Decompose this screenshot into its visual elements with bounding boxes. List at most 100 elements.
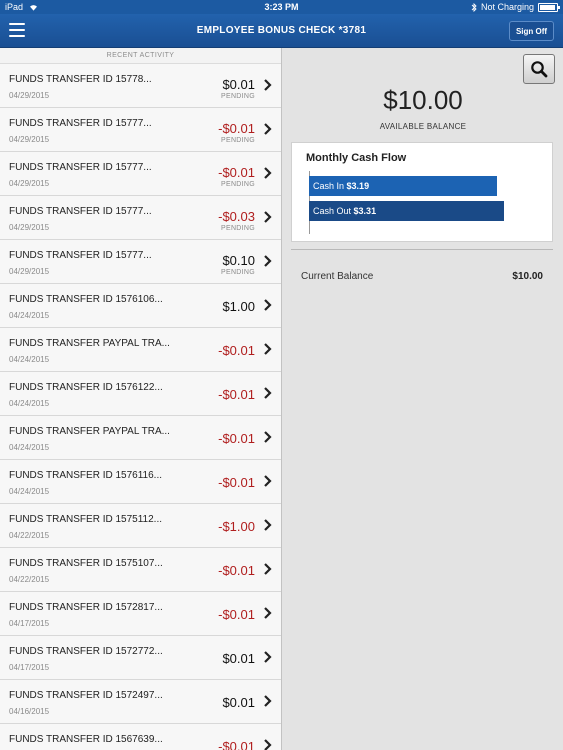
charging-status: Not Charging xyxy=(480,2,534,12)
transaction-amount: -$0.01 xyxy=(218,165,255,180)
transaction-name: FUNDS TRANSFER ID 15777... xyxy=(9,118,152,129)
status-bar: iPad 3:23 PM Not Charging xyxy=(0,0,563,14)
transaction-row[interactable]: FUNDS TRANSFER ID 15777... 04/29/2015 -$0.… xyxy=(0,152,281,196)
current-balance-label: Current Balance xyxy=(301,271,374,282)
transaction-name: FUNDS TRANSFER ID 15777... xyxy=(9,250,152,261)
chevron-right-icon xyxy=(264,299,272,311)
transaction-row[interactable]: FUNDS TRANSFER ID 1576116... 04/24/2015 -$… xyxy=(0,460,281,504)
status-bar-right: Not Charging xyxy=(471,2,560,12)
cash-in-bar: Cash In $3.19 xyxy=(309,176,497,196)
transaction-row[interactable]: FUNDS TRANSFER ID 1576106... 04/24/2015 $1… xyxy=(0,284,281,328)
transaction-name: FUNDS TRANSFER ID 1576116... xyxy=(9,470,163,481)
transaction-name: FUNDS TRANSFER ID 1576106... xyxy=(9,294,163,305)
available-balance-amount: $10.00 xyxy=(383,85,463,115)
account-summary-pane: $10.00 AVAILABLE BALANCE Monthly Cash Fl… xyxy=(283,48,563,750)
cash-out-bar: Cash Out $3.31 xyxy=(309,201,504,221)
transaction-name: FUNDS TRANSFER ID 1572772... xyxy=(9,646,163,657)
transaction-amount: -$0.01 xyxy=(218,121,255,136)
chevron-right-icon xyxy=(264,387,272,399)
transaction-name: FUNDS TRANSFER ID 1567639... xyxy=(9,734,163,745)
bluetooth-icon xyxy=(471,2,477,12)
transaction-name: FUNDS TRANSFER PAYPAL TRA... xyxy=(9,426,170,437)
transaction-date: 04/24/2015 xyxy=(9,311,50,320)
transaction-amount: $0.01 xyxy=(222,695,255,710)
transaction-amount: -$0.01 xyxy=(218,563,255,578)
chevron-right-icon xyxy=(264,255,272,267)
transaction-amount: $1.00 xyxy=(222,299,255,314)
transaction-row[interactable]: FUNDS TRANSFER PAYPAL TRA... 04/24/2015 -$… xyxy=(0,328,281,372)
transaction-row[interactable]: FUNDS TRANSFER ID 15777... 04/29/2015 $0.1… xyxy=(0,240,281,284)
transaction-name: FUNDS TRANSFER ID 1575107... xyxy=(9,558,163,569)
transaction-row[interactable]: FUNDS TRANSFER ID 1576122... 04/24/2015 -$… xyxy=(0,372,281,416)
cash-out-label: Cash Out xyxy=(313,206,352,216)
cash-in-label: Cash In xyxy=(313,181,345,191)
sign-off-button[interactable]: Sign Off xyxy=(509,21,554,41)
chevron-right-icon xyxy=(264,739,272,750)
transaction-row[interactable]: FUNDS TRANSFER ID 15778... 04/29/2015 $0.0… xyxy=(0,64,281,108)
search-icon xyxy=(531,61,548,78)
cash-in-value: $3.19 xyxy=(346,181,370,191)
chevron-right-icon xyxy=(264,563,272,575)
transaction-date: 04/29/2015 xyxy=(9,135,50,144)
recent-activity-header: RECENT ACTIVITY xyxy=(0,48,281,64)
transaction-row[interactable]: FUNDS TRANSFER ID 1567639... -$0.01 xyxy=(0,724,281,750)
transaction-date: 04/17/2015 xyxy=(9,663,50,672)
available-balance-label: AVAILABLE BALANCE xyxy=(379,122,467,131)
transaction-row[interactable]: FUNDS TRANSFER ID 1575112... 04/22/2015 -$… xyxy=(0,504,281,548)
transaction-date: 04/24/2015 xyxy=(9,443,50,452)
transaction-row[interactable]: FUNDS TRANSFER ID 1572772... 04/17/2015 $0… xyxy=(0,636,281,680)
cash-out-value: $3.31 xyxy=(353,206,377,216)
transaction-row[interactable]: FUNDS TRANSFER PAYPAL TRA... 04/24/2015 -$… xyxy=(0,416,281,460)
transaction-row[interactable]: FUNDS TRANSFER ID 1575107... 04/22/2015 -$… xyxy=(0,548,281,592)
monthly-cash-flow-card: Monthly Cash Flow Cash In $3.19 Cash Out… xyxy=(291,142,553,242)
transaction-amount: -$0.01 xyxy=(218,607,255,622)
chevron-right-icon xyxy=(264,695,272,707)
battery-icon xyxy=(538,2,560,12)
chevron-right-icon xyxy=(264,79,272,91)
transaction-status: PENDING xyxy=(221,93,255,100)
divider xyxy=(291,249,553,250)
transaction-date: 04/22/2015 xyxy=(9,531,50,540)
chevron-right-icon xyxy=(264,607,272,619)
transaction-date: 04/29/2015 xyxy=(9,223,50,232)
transaction-status: PENDING xyxy=(221,269,255,276)
transaction-amount: -$0.01 xyxy=(218,387,255,402)
transaction-amount: $0.01 xyxy=(222,77,255,92)
transaction-date: 04/22/2015 xyxy=(9,575,50,584)
transaction-row[interactable]: FUNDS TRANSFER ID 1572817... 04/17/2015 -$… xyxy=(0,592,281,636)
transaction-row[interactable]: FUNDS TRANSFER ID 15777... 04/29/2015 -$0.… xyxy=(0,108,281,152)
page-title: EMPLOYEE BONUS CHECK *3781 xyxy=(196,25,367,36)
search-button[interactable] xyxy=(523,54,555,84)
transaction-amount: -$1.00 xyxy=(218,519,255,534)
chevron-right-icon xyxy=(264,475,272,487)
transaction-row[interactable]: FUNDS TRANSFER ID 15777... 04/29/2015 -$0.… xyxy=(0,196,281,240)
transaction-name: FUNDS TRANSFER ID 15777... xyxy=(9,206,152,217)
chevron-right-icon xyxy=(264,343,272,355)
transaction-amount: -$0.01 xyxy=(218,475,255,490)
transaction-amount: -$0.01 xyxy=(218,343,255,358)
transaction-date: 04/29/2015 xyxy=(9,91,50,100)
transaction-status: PENDING xyxy=(221,225,255,232)
transaction-date: 04/24/2015 xyxy=(9,355,50,364)
transaction-date: 04/17/2015 xyxy=(9,619,50,628)
transaction-name: FUNDS TRANSFER ID 1576122... xyxy=(9,382,163,393)
transaction-date: 04/16/2015 xyxy=(9,707,50,716)
transaction-date: 04/24/2015 xyxy=(9,487,50,496)
transaction-status: PENDING xyxy=(221,137,255,144)
cash-flow-title: Monthly Cash Flow xyxy=(306,152,407,164)
transaction-name: FUNDS TRANSFER ID 15778... xyxy=(9,74,152,85)
transaction-amount: $0.10 xyxy=(222,253,255,268)
navigation-bar: EMPLOYEE BONUS CHECK *3781 Sign Off xyxy=(0,14,563,48)
transaction-amount: -$0.01 xyxy=(218,739,255,750)
transaction-row[interactable]: FUNDS TRANSFER ID 1572497... 04/16/2015 $0… xyxy=(0,680,281,724)
recent-activity-pane[interactable]: RECENT ACTIVITY FUNDS TRANSFER ID 15778.… xyxy=(0,48,282,750)
transaction-name: FUNDS TRANSFER ID 1572817... xyxy=(9,602,163,613)
transaction-amount: -$0.03 xyxy=(218,209,255,224)
transaction-list: FUNDS TRANSFER ID 15778... 04/29/2015 $0.0… xyxy=(0,64,281,750)
transaction-name: FUNDS TRANSFER ID 15777... xyxy=(9,162,152,173)
transaction-date: 04/24/2015 xyxy=(9,399,50,408)
battery-level-fill xyxy=(540,4,556,10)
transaction-amount: $0.01 xyxy=(222,651,255,666)
chevron-right-icon xyxy=(264,519,272,531)
chevron-right-icon xyxy=(264,431,272,443)
